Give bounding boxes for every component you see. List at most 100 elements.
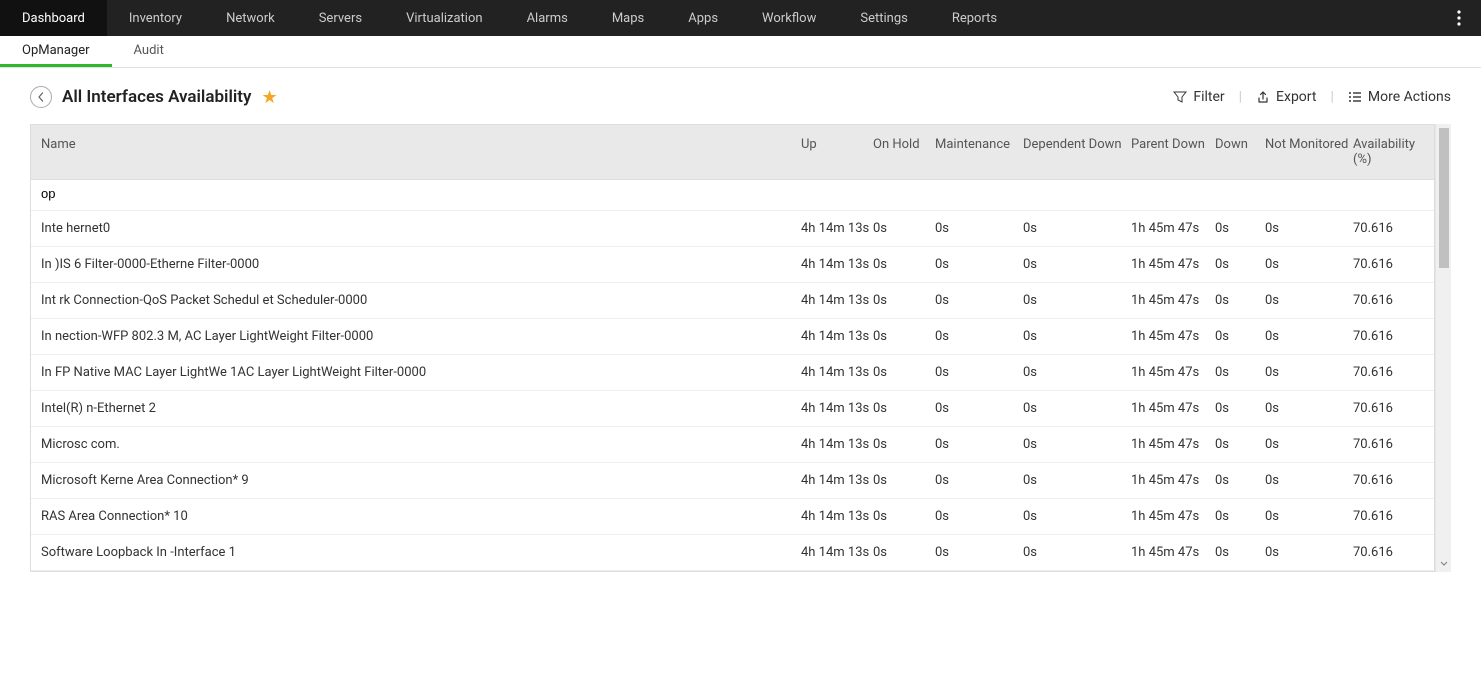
cell-parent-down: 1h 45m 47s [1131,257,1215,272]
cell-not-monitored: 0s [1265,329,1353,344]
top-nav-item-inventory[interactable]: Inventory [107,0,204,36]
export-icon [1256,90,1270,104]
column-header-down[interactable]: Down [1215,137,1265,167]
column-header-availability[interactable]: Availability (%) [1353,137,1423,167]
cell-dependent-down: 0s [1023,293,1131,308]
list-icon [1348,90,1362,104]
page-header-left: All Interfaces Availability ★ [30,86,278,108]
table-row[interactable]: Inte hernet04h 14m 13s0s0s0s1h 45m 47s0s… [31,211,1434,247]
column-header-parent-down[interactable]: Parent Down [1131,137,1215,167]
top-nav-item-virtualization[interactable]: Virtualization [384,0,505,36]
more-actions-button[interactable]: More Actions [1348,89,1451,105]
column-header-up[interactable]: Up [801,137,873,167]
top-nav-item-workflow[interactable]: Workflow [740,0,838,36]
cell-dependent-down: 0s [1023,473,1131,488]
name-search-input[interactable] [41,186,791,201]
cell-availability: 70.616 [1353,509,1423,524]
table-body: Inte hernet04h 14m 13s0s0s0s1h 45m 47s0s… [31,211,1434,571]
top-nav-item-servers[interactable]: Servers [297,0,384,36]
cell-name: Intel(R) n-Ethernet 2 [41,401,801,416]
filter-label: Filter [1193,89,1224,105]
table-row[interactable]: Microsc com.4h 14m 13s0s0s0s1h 45m 47s0s… [31,427,1434,463]
cell-not-monitored: 0s [1265,365,1353,380]
cell-onhold: 0s [873,401,935,416]
back-button[interactable] [30,86,52,108]
table-row[interactable]: Int rk Connection-QoS Packet Schedul et … [31,283,1434,319]
more-menu-icon[interactable] [1447,0,1471,36]
cell-not-monitored: 0s [1265,509,1353,524]
cell-name: In FP Native MAC Layer LightWe 1AC Layer… [41,365,801,380]
table-row[interactable]: Intel(R) n-Ethernet 24h 14m 13s0s0s0s1h … [31,391,1434,427]
top-nav-item-settings[interactable]: Settings [838,0,929,36]
table-row[interactable]: Microsoft Kerne Area Connection* 94h 14m… [31,463,1434,499]
cell-not-monitored: 0s [1265,221,1353,236]
cell-not-monitored: 0s [1265,293,1353,308]
cell-up: 4h 14m 13s [801,473,873,488]
cell-name: RAS Area Connection* 10 [41,509,801,524]
cell-name: Microsc com. [41,437,801,452]
export-button[interactable]: Export [1256,89,1316,105]
cell-not-monitored: 0s [1265,545,1353,560]
cell-onhold: 0s [873,329,935,344]
cell-maintenance: 0s [935,509,1023,524]
cell-parent-down: 1h 45m 47s [1131,365,1215,380]
column-header-not-monitored[interactable]: Not Monitored [1265,137,1353,167]
table-row[interactable]: Software Loopback In -Interface 14h 14m … [31,535,1434,571]
table-row[interactable]: In FP Native MAC Layer LightWe 1AC Layer… [31,355,1434,391]
cell-down: 0s [1215,545,1265,560]
table-header: Name Up On Hold Maintenance Dependent Do… [31,125,1434,180]
cell-maintenance: 0s [935,257,1023,272]
table-row[interactable]: In nection-WFP 802.3 M, AC Layer LightWe… [31,319,1434,355]
column-header-name[interactable]: Name [41,137,801,167]
cell-up: 4h 14m 13s [801,293,873,308]
table-row[interactable]: RAS Area Connection* 104h 14m 13s0s0s0s1… [31,499,1434,535]
cell-name: Inte hernet0 [41,221,801,236]
cell-not-monitored: 0s [1265,401,1353,416]
cell-dependent-down: 0s [1023,545,1131,560]
cell-down: 0s [1215,365,1265,380]
cell-dependent-down: 0s [1023,437,1131,452]
cell-availability: 70.616 [1353,545,1423,560]
scrollbar-down-arrow[interactable] [1436,556,1452,572]
column-header-maintenance[interactable]: Maintenance [935,137,1023,167]
cell-name: Int rk Connection-QoS Packet Schedul et … [41,293,801,308]
cell-onhold: 0s [873,365,935,380]
cell-dependent-down: 0s [1023,401,1131,416]
top-nav-item-apps[interactable]: Apps [666,0,740,36]
top-nav-item-dashboard[interactable]: Dashboard [0,0,107,36]
cell-down: 0s [1215,401,1265,416]
cell-onhold: 0s [873,293,935,308]
cell-up: 4h 14m 13s [801,509,873,524]
cell-maintenance: 0s [935,545,1023,560]
favorite-star-icon[interactable]: ★ [261,87,277,108]
sub-nav-item-audit[interactable]: Audit [112,36,186,67]
top-nav-item-maps[interactable]: Maps [590,0,666,36]
vertical-scrollbar[interactable] [1435,124,1451,572]
top-nav-item-reports[interactable]: Reports [930,0,1019,36]
cell-onhold: 0s [873,437,935,452]
column-header-dependent-down[interactable]: Dependent Down [1023,137,1131,167]
separator: | [1239,89,1242,105]
cell-dependent-down: 0s [1023,329,1131,344]
filter-button[interactable]: Filter [1173,89,1224,105]
column-header-onhold[interactable]: On Hold [873,137,935,167]
cell-availability: 70.616 [1353,257,1423,272]
cell-parent-down: 1h 45m 47s [1131,545,1215,560]
cell-onhold: 0s [873,509,935,524]
cell-onhold: 0s [873,545,935,560]
cell-not-monitored: 0s [1265,257,1353,272]
scrollbar-thumb[interactable] [1439,128,1449,268]
cell-availability: 70.616 [1353,473,1423,488]
cell-availability: 70.616 [1353,293,1423,308]
sub-nav-item-opmanager[interactable]: OpManager [0,36,112,67]
cell-maintenance: 0s [935,437,1023,452]
cell-availability: 70.616 [1353,365,1423,380]
cell-up: 4h 14m 13s [801,365,873,380]
separator: | [1330,89,1333,105]
cell-name: Microsoft Kerne Area Connection* 9 [41,473,801,488]
table-row[interactable]: In )IS 6 Filter-0000-Etherne Filter-0000… [31,247,1434,283]
cell-parent-down: 1h 45m 47s [1131,329,1215,344]
top-nav-items: DashboardInventoryNetworkServersVirtuali… [0,0,1019,36]
top-nav-item-network[interactable]: Network [204,0,297,36]
top-nav-item-alarms[interactable]: Alarms [505,0,590,36]
